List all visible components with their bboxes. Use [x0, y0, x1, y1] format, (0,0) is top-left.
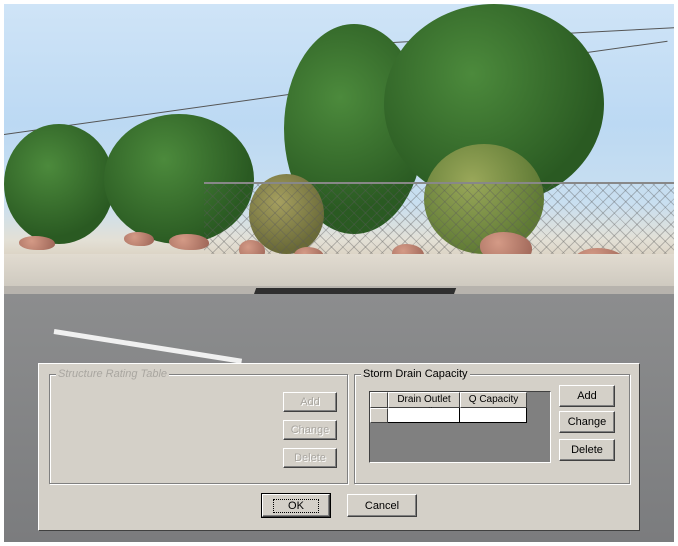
grid-cell-drain-outlet[interactable]: [388, 408, 460, 423]
cancel-button[interactable]: Cancel: [347, 494, 417, 517]
storm-drain-title: Storm Drain Capacity: [361, 368, 470, 381]
rock: [124, 232, 154, 246]
grid-row-header[interactable]: [370, 408, 388, 423]
rock: [169, 234, 209, 250]
ok-button-label: OK: [273, 498, 319, 513]
structure-add-button[interactable]: Add: [283, 392, 337, 412]
grid-corner-cell: [370, 392, 388, 408]
storm-drain-change-button[interactable]: Change: [559, 411, 615, 433]
grid-column-header-drain-outlet-cell[interactable]: Drain Outlet Cell: [388, 392, 460, 418]
grid-column-header-q-capacity[interactable]: Q Capacity: [460, 392, 527, 408]
rock: [19, 236, 55, 250]
structure-rating-title: Structure Rating Table: [56, 368, 170, 381]
structure-delete-button[interactable]: Delete: [283, 448, 337, 468]
tree: [4, 124, 114, 244]
storm-drain-add-button[interactable]: Add: [559, 385, 615, 407]
structure-dialog: Structure Rating Table Add Change Delete…: [38, 363, 640, 531]
sidewalk: [4, 254, 674, 286]
storm-drain-delete-button[interactable]: Delete: [559, 439, 615, 461]
chain-link-fence: [204, 182, 674, 256]
storm-drain-grid[interactable]: Drain Outlet Cell Q Capacity: [369, 391, 551, 463]
structure-rating-group: Structure Rating Table Add Change Delete: [49, 368, 348, 484]
ok-button[interactable]: OK: [261, 493, 331, 518]
structure-change-button[interactable]: Change: [283, 420, 337, 440]
grid-cell-q-capacity[interactable]: [460, 408, 527, 423]
